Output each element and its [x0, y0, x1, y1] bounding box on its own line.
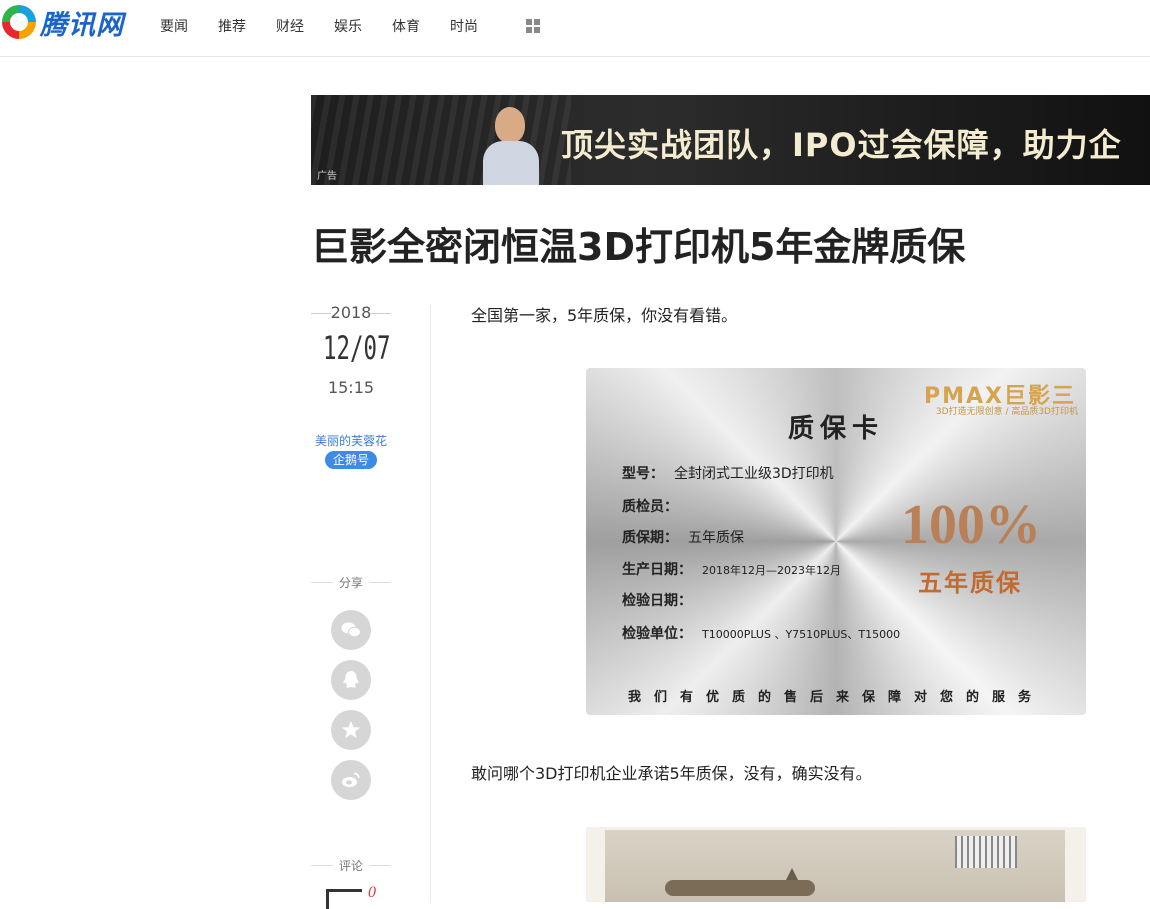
banner-portraits — [341, 105, 551, 185]
comment-label: 评论 — [311, 857, 391, 874]
nav-item-sports[interactable]: 体育 — [392, 16, 420, 36]
ad-label: 广告 — [317, 171, 337, 182]
article-paragraph: 全国第一家，5年质保，你没有看错。 — [471, 306, 738, 325]
star-icon — [342, 721, 360, 738]
card-percent: 100% — [901, 494, 1041, 556]
article-title: 巨影全密闭恒温3D打印机5年金牌质保 — [311, 225, 966, 269]
model-airplane — [665, 880, 815, 896]
card-row-production-date: 生产日期： 2018年12月—2023年12月 — [622, 562, 841, 578]
top-navigation-bar: 腾讯网 要闻 推荐 财经 娱乐 体育 时尚 — [0, 0, 1150, 57]
publish-year: 2018 — [311, 303, 391, 322]
nav-item-fashion[interactable]: 时尚 — [450, 16, 478, 36]
publish-date: 12/07 — [323, 329, 391, 367]
share-wechat-button[interactable] — [331, 610, 371, 650]
ceiling-vent — [955, 836, 1017, 868]
ad-banner[interactable]: 广告 顶尖实战团队，IPO过会保障，助力企 — [311, 95, 1150, 185]
card-footer: 我们有优质的售后来保障对您的服务 — [627, 690, 1044, 705]
wechat-icon — [341, 622, 361, 638]
card-years: 五年质保 — [918, 569, 1022, 597]
card-title: 质保卡 — [787, 414, 884, 444]
publish-time: 15:15 — [327, 378, 375, 397]
warranty-card-image: PMAX巨影三 3D打造无限创意 / 高品质3D打印机 质保卡 型号： 全封闭式工… — [586, 368, 1086, 715]
banner-slogan: 顶尖实战团队，IPO过会保障，助力企 — [561, 126, 1122, 164]
printer-photo — [586, 827, 1086, 902]
qq-icon — [343, 671, 359, 688]
column-divider — [430, 305, 431, 902]
main-nav: 要闻 推荐 财经 娱乐 体育 时尚 — [160, 16, 508, 36]
share-weibo-button[interactable] — [331, 760, 371, 800]
card-row-inspection-date: 检验日期： — [622, 593, 692, 609]
card-row-inspector: 质检员： — [622, 499, 678, 515]
comment-count[interactable]: 0 — [368, 884, 376, 902]
share-qq-button[interactable] — [331, 660, 371, 700]
more-grid-icon[interactable] — [526, 19, 540, 33]
nav-item-finance[interactable]: 财经 — [276, 16, 304, 36]
comment-icon[interactable] — [326, 889, 362, 909]
article-paragraph: 敢问哪个3D打印机企业承诺5年质保，没有，确实没有。 — [471, 764, 872, 783]
share-label: 分享 — [311, 574, 391, 591]
card-row-inspection-unit: 检验单位： T10000PLUS 、Y7510PLUS、T15000 — [622, 626, 901, 642]
logo-text: 腾讯网 — [40, 9, 124, 41]
nav-item-news[interactable]: 要闻 — [160, 16, 188, 36]
author-link[interactable]: 美丽的芙蓉花 — [311, 432, 391, 449]
card-row-warranty: 质保期： 五年质保 — [622, 530, 744, 546]
portrait-image — [481, 105, 543, 185]
tencent-logo[interactable]: 腾讯网 — [2, 4, 124, 41]
penguin-account-badge[interactable]: 企鹅号 — [325, 451, 377, 469]
share-qzone-button[interactable] — [331, 710, 371, 750]
nav-item-entertainment[interactable]: 娱乐 — [334, 16, 362, 36]
nav-item-recommend[interactable]: 推荐 — [218, 16, 246, 36]
weibo-icon — [342, 772, 360, 787]
card-row-model: 型号： 全封闭式工业级3D打印机 — [622, 466, 834, 482]
tencent-logo-icon — [2, 5, 36, 39]
